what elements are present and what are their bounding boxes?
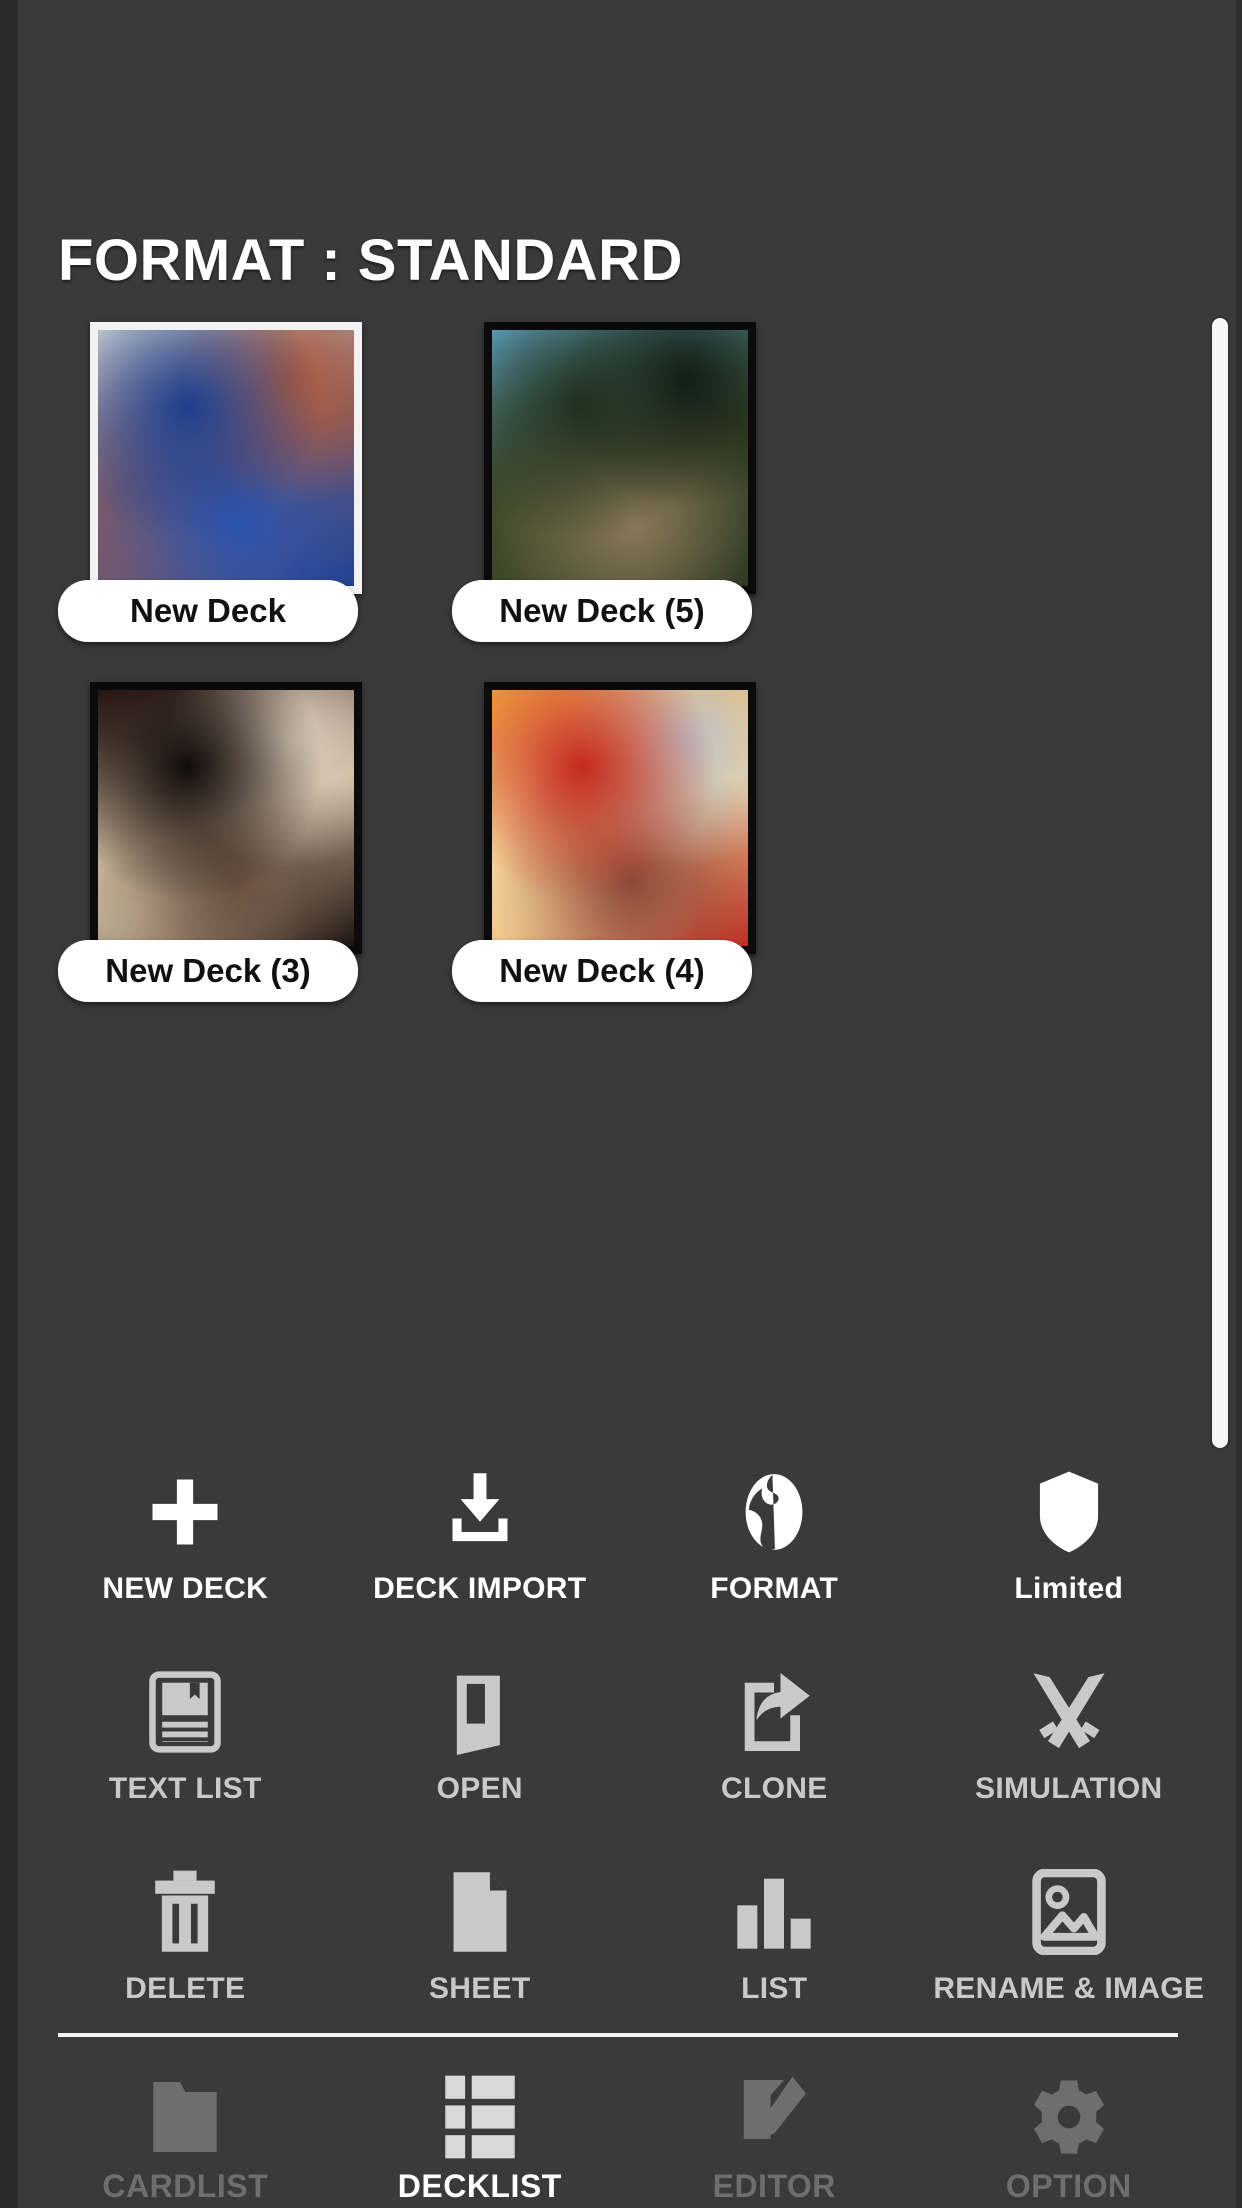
tool-button-label: FORMAT [710, 1572, 839, 1605]
nav-tab-label: DECKLIST [397, 2168, 562, 2204]
nav-tab-cardlist[interactable]: CARDLIST [38, 2052, 333, 2208]
edit-page-icon [737, 2074, 811, 2160]
tool-button-label: DELETE [125, 1972, 246, 2005]
tool-button-open[interactable]: OPEN [333, 1648, 628, 1848]
bar-chart-icon [734, 1866, 814, 1958]
deck-thumbnail[interactable] [90, 322, 362, 594]
toolbar-divider [58, 2033, 1178, 2037]
nav-tab-option[interactable]: OPTION [922, 2052, 1217, 2208]
deck-card[interactable]: New Deck (4) [452, 682, 846, 1042]
tool-button-clone[interactable]: CLONE [627, 1648, 922, 1848]
deck-name-label[interactable]: New Deck [58, 580, 358, 642]
action-toolbar: NEW DECK DECK IMPORT FORMAT Limited TEXT LIS… [18, 1448, 1236, 2048]
tool-button-limited[interactable]: Limited [922, 1448, 1217, 1648]
nav-tab-decklist[interactable]: DECKLIST [333, 2052, 628, 2208]
scrollbar-thumb[interactable] [1212, 318, 1228, 1448]
deck-grid: New Deck New Deck (5) New Deck (3) New Deck… [58, 322, 1168, 1042]
toolbar-row: TEXT LIST OPEN CLONE SIMULATION [38, 1648, 1216, 1848]
deck-card[interactable]: New Deck (5) [452, 322, 846, 682]
deck-name-label[interactable]: New Deck (5) [452, 580, 752, 642]
trash-icon [150, 1866, 220, 1958]
tool-button-label: TEXT LIST [108, 1772, 262, 1805]
tool-button-format[interactable]: FORMAT [627, 1448, 922, 1648]
tool-button-deck-import[interactable]: DECK IMPORT [333, 1448, 628, 1648]
toolbar-row: NEW DECK DECK IMPORT FORMAT Limited [38, 1448, 1216, 1648]
deck-cover-art [492, 330, 748, 586]
download-icon [440, 1466, 520, 1558]
left-edge-gutter [0, 0, 18, 2208]
tool-button-label: SIMULATION [975, 1772, 1163, 1805]
tool-button-label: CLONE [721, 1772, 828, 1805]
shield-icon [1035, 1466, 1103, 1558]
book-icon [146, 1666, 224, 1758]
folder-icon [147, 2074, 223, 2160]
image-icon [1031, 1866, 1107, 1958]
right-edge-gutter [1236, 0, 1242, 2208]
share-page-icon [735, 1666, 813, 1758]
deck-cover-art [98, 690, 354, 946]
tool-button-delete[interactable]: DELETE [38, 1848, 333, 2048]
decklist-screen: FORMAT : STANDARD New Deck New Deck (5) Ne… [0, 0, 1242, 2208]
plus-icon [146, 1466, 224, 1558]
tool-button-simulation[interactable]: SIMULATION [922, 1648, 1217, 1848]
toolbar-row: DELETE SHEET LIST RENAME & IMAGE [38, 1848, 1216, 2048]
bottom-navigation: CARDLIST DECKLIST EDITOR OPTION [18, 2052, 1236, 2208]
document-icon [446, 1866, 514, 1958]
nav-tab-label: CARDLIST [102, 2168, 269, 2204]
nav-tab-label: EDITOR [712, 2168, 836, 2204]
deck-thumbnail[interactable] [484, 322, 756, 594]
page-title: FORMAT : STANDARD [58, 228, 683, 293]
tool-button-new-deck[interactable]: NEW DECK [38, 1448, 333, 1648]
gear-icon [1029, 2074, 1109, 2160]
nav-tab-editor[interactable]: EDITOR [627, 2052, 922, 2208]
deck-name-label[interactable]: New Deck (3) [58, 940, 358, 1002]
deck-list-scrollbar[interactable] [1212, 318, 1228, 1448]
deck-cover-art [98, 330, 354, 586]
globe-icon [735, 1466, 813, 1558]
crossed-swords-icon [1025, 1666, 1113, 1758]
tool-button-sheet[interactable]: SHEET [333, 1848, 628, 2048]
deck-cover-art [492, 690, 748, 946]
nav-tab-label: OPTION [1005, 2168, 1132, 2204]
deck-thumbnail[interactable] [484, 682, 756, 954]
door-open-icon [445, 1666, 515, 1758]
deck-card[interactable]: New Deck (3) [58, 682, 452, 1042]
tool-button-label: NEW DECK [102, 1572, 269, 1605]
tool-button-label: RENAME & IMAGE [933, 1972, 1205, 2005]
tool-button-label: SHEET [428, 1972, 531, 2005]
tool-button-label: Limited [1014, 1572, 1124, 1605]
grid-list-icon [442, 2074, 518, 2160]
deck-name-label[interactable]: New Deck (4) [452, 940, 752, 1002]
deck-thumbnail[interactable] [90, 682, 362, 954]
tool-button-rename-image[interactable]: RENAME & IMAGE [922, 1848, 1217, 2048]
tool-button-text-list[interactable]: TEXT LIST [38, 1648, 333, 1848]
tool-button-list[interactable]: LIST [627, 1848, 922, 2048]
tool-button-label: DECK IMPORT [373, 1572, 587, 1605]
tool-button-label: LIST [741, 1972, 808, 2005]
tool-button-label: OPEN [436, 1772, 523, 1805]
deck-card[interactable]: New Deck [58, 322, 452, 682]
